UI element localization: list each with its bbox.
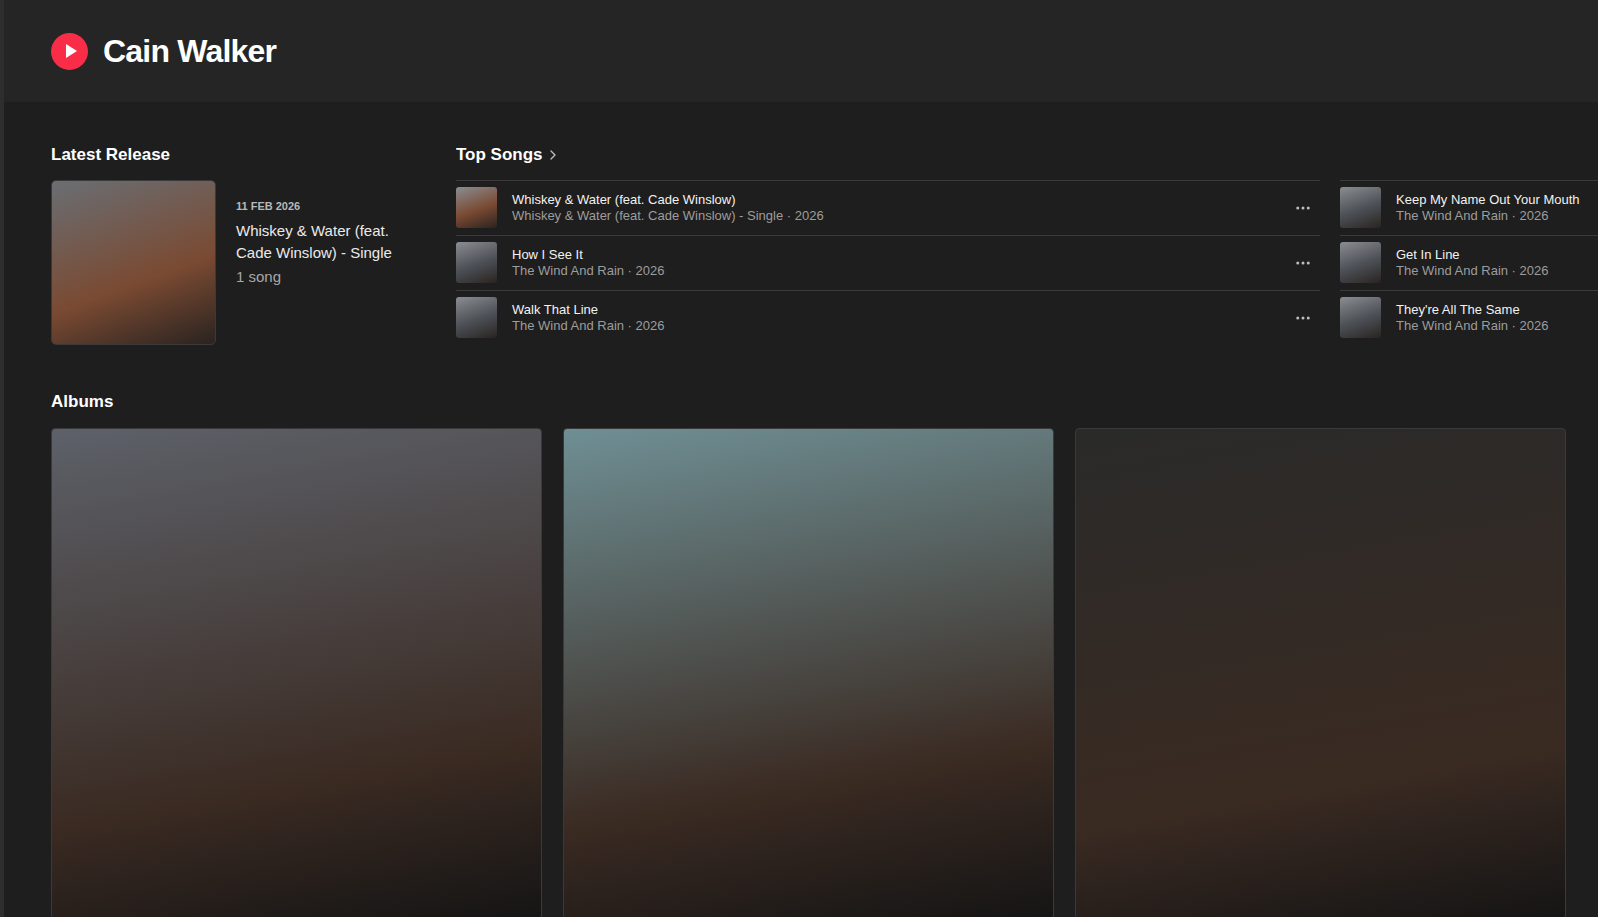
release-count: 1 song bbox=[236, 266, 426, 288]
song-title: They're All The Same bbox=[1396, 302, 1598, 318]
song-artwork bbox=[456, 187, 497, 228]
song-subtitle: The Wind And Rain · 2026 bbox=[1396, 318, 1598, 334]
song-subtitle: The Wind And Rain · 2026 bbox=[512, 318, 1279, 334]
latest-release-art[interactable] bbox=[51, 180, 216, 345]
song-title: Whiskey & Water (feat. Cade Winslow) bbox=[512, 192, 1279, 208]
top-songs: Top Songs Whiskey & Water (feat. Cade Win… bbox=[456, 142, 1598, 345]
play-button[interactable] bbox=[51, 33, 88, 70]
song-row[interactable]: They're All The SameThe Wind And Rain · … bbox=[1340, 290, 1598, 345]
latest-release-heading: Latest Release bbox=[51, 142, 456, 168]
latest-release: Latest Release 11 FEB 2026 Whiskey & Water… bbox=[51, 142, 456, 345]
song-artwork bbox=[1340, 187, 1381, 228]
song-subtitle: The Wind And Rain · 2026 bbox=[512, 263, 1279, 279]
song-subtitle: Whiskey & Water (feat. Cade Winslow) - S… bbox=[512, 208, 1279, 224]
song-title: Keep My Name Out Your Mouth bbox=[1396, 192, 1598, 208]
song-grid: Whiskey & Water (feat. Cade Winslow)Whis… bbox=[456, 180, 1598, 345]
album-grid bbox=[51, 428, 1598, 917]
artist-header: Cain Walker bbox=[4, 0, 1598, 102]
song-title: Walk That Line bbox=[512, 302, 1279, 318]
artist-page: Cain Walker Latest Release 11 FEB 2026 Whis… bbox=[0, 0, 1598, 917]
release-title[interactable]: Whiskey & Water (feat. Cade Winslow) - S… bbox=[236, 220, 426, 264]
song-subtitle: The Wind And Rain · 2026 bbox=[1396, 263, 1598, 279]
albums-heading: Albums bbox=[51, 389, 1598, 415]
song-artwork bbox=[456, 297, 497, 338]
latest-release-info: 11 FEB 2026 Whiskey & Water (feat. Cade W… bbox=[236, 180, 426, 345]
more-icon[interactable] bbox=[1294, 309, 1312, 327]
song-row[interactable]: Walk That LineThe Wind And Rain · 2026 bbox=[456, 290, 1320, 345]
song-artwork bbox=[1340, 297, 1381, 338]
more-icon[interactable] bbox=[1294, 254, 1312, 272]
album-cover[interactable] bbox=[563, 428, 1054, 917]
latest-release-card[interactable]: 11 FEB 2026 Whiskey & Water (feat. Cade W… bbox=[51, 180, 456, 345]
album-cover[interactable] bbox=[51, 428, 542, 917]
album-cover[interactable] bbox=[1075, 428, 1566, 917]
song-title: Get In Line bbox=[1396, 247, 1598, 263]
release-date: 11 FEB 2026 bbox=[236, 198, 426, 215]
song-artwork bbox=[456, 242, 497, 283]
song-row[interactable]: Get In LineThe Wind And Rain · 2026 bbox=[1340, 235, 1598, 290]
content: Latest Release 11 FEB 2026 Whiskey & Water… bbox=[4, 102, 1598, 917]
more-icon[interactable] bbox=[1294, 199, 1312, 217]
song-subtitle: The Wind And Rain · 2026 bbox=[1396, 208, 1598, 224]
artist-name: Cain Walker bbox=[103, 27, 276, 75]
top-songs-heading[interactable]: Top Songs bbox=[456, 142, 1598, 168]
song-artwork bbox=[1340, 242, 1381, 283]
chevron-right-icon bbox=[545, 147, 561, 163]
top-section: Latest Release 11 FEB 2026 Whiskey & Water… bbox=[51, 142, 1598, 345]
song-row[interactable]: Keep My Name Out Your MouthThe Wind And … bbox=[1340, 180, 1598, 235]
song-row[interactable]: Whiskey & Water (feat. Cade Winslow)Whis… bbox=[456, 180, 1320, 235]
song-title: How I See It bbox=[512, 247, 1279, 263]
song-row[interactable]: How I See ItThe Wind And Rain · 2026 bbox=[456, 235, 1320, 290]
play-icon bbox=[64, 43, 78, 59]
